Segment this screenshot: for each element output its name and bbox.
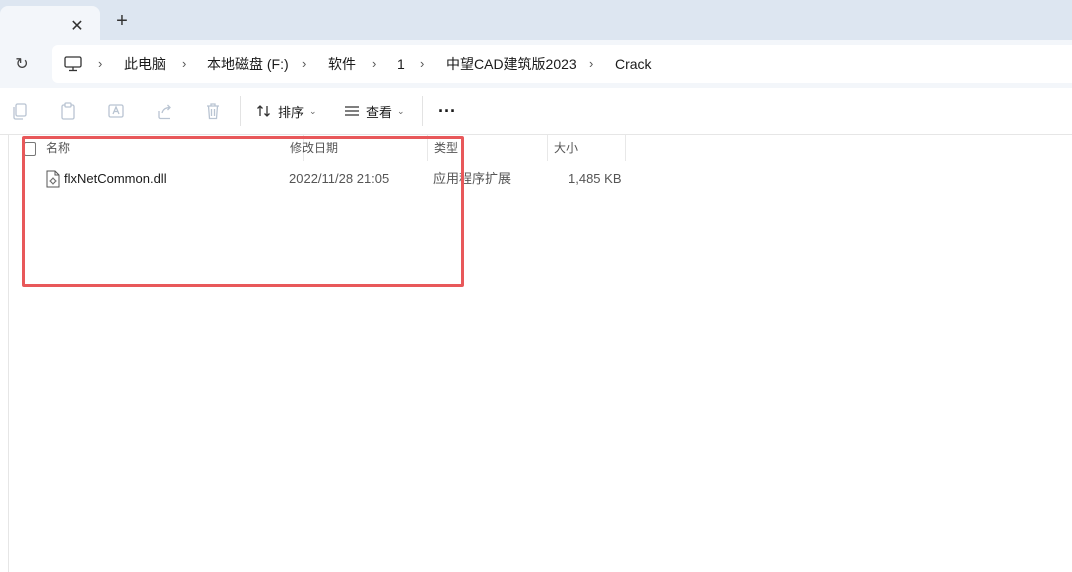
toolbar-divider [422,96,423,126]
sort-label: 排序 [278,104,305,120]
breadcrumb-separator[interactable]: › [182,45,186,83]
sort-arrows-icon [257,105,270,117]
close-tab-icon[interactable]: ✕ [66,15,88,37]
breadcrumb[interactable]: › 此电脑 › 本地磁盘 (F:) › 软件 › 1 › 中望CAD建筑版202… [52,45,1072,83]
breadcrumb-item-zwcad[interactable]: 中望CAD建筑版2023 [446,45,577,83]
chevron-down-icon: ⌄ [397,105,405,116]
tab-strip: ✕ + [0,0,1072,40]
copy-icon[interactable] [10,101,30,121]
breadcrumb-item-software[interactable]: 软件 [328,45,356,83]
pane-divider [8,134,9,572]
toolbar-divider [240,96,241,126]
address-area: ↻ › 此电脑 › 本地磁盘 (F:) › 软件 › 1 › 中望CAD建筑版2… [0,40,1072,88]
breadcrumb-separator[interactable]: › [302,45,306,83]
view-label: 查看 [366,104,393,120]
breadcrumb-item-this-pc[interactable]: 此电脑 [124,45,166,83]
share-icon[interactable] [155,101,175,121]
column-header-size[interactable]: 大小 [548,135,626,161]
breadcrumb-item-drive-f[interactable]: 本地磁盘 (F:) [207,45,289,83]
refresh-button[interactable]: ↻ [10,52,34,76]
breadcrumb-separator[interactable]: › [420,45,424,83]
sort-button[interactable]: 排序 ⌄ [256,88,317,134]
command-bar: 排序 ⌄ 查看 ⌄ ··· [0,88,1072,135]
computer-icon[interactable] [64,56,82,72]
more-options-button[interactable]: ··· [438,88,456,134]
trash-icon[interactable] [203,101,223,121]
view-lines-icon [345,106,359,116]
breadcrumb-item-crack[interactable]: Crack [615,45,652,83]
highlight-annotation-box [22,136,464,287]
new-tab-button[interactable]: + [110,9,134,33]
paste-icon[interactable] [58,101,78,121]
rename-icon[interactable] [106,101,126,121]
view-button[interactable]: 查看 ⌄ [344,88,405,134]
tab-active[interactable]: ✕ [0,6,100,40]
file-size: 1,485 KB [568,171,622,186]
breadcrumb-separator[interactable]: › [98,45,102,83]
breadcrumb-separator[interactable]: › [372,45,376,83]
breadcrumb-separator[interactable]: › [589,45,593,83]
breadcrumb-item-1[interactable]: 1 [397,45,405,83]
chevron-down-icon: ⌄ [309,105,317,116]
